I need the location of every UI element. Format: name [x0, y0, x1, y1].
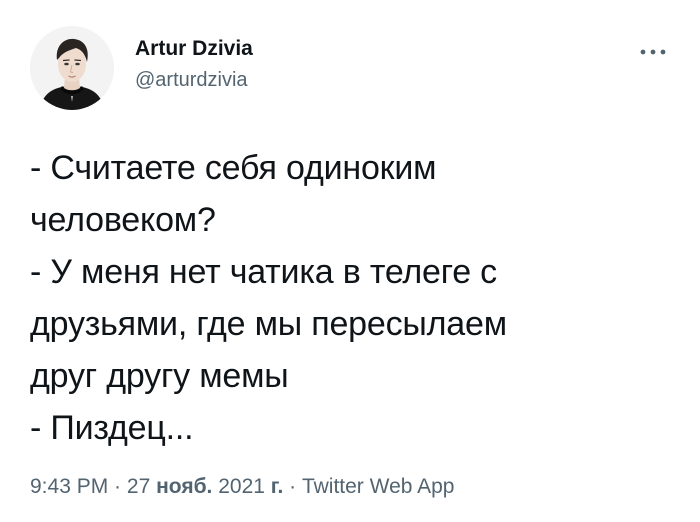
meta-separator: · — [108, 475, 127, 498]
more-options-button[interactable] — [636, 42, 670, 62]
tweet-timestamp-time[interactable]: 9:43 PM — [30, 475, 108, 498]
tweet-text-line: друг другу мемы — [30, 357, 289, 395]
tweet-source[interactable]: Twitter Web App — [302, 475, 455, 498]
tweet-text-line: - Считаете себя одиноким — [30, 149, 437, 187]
author-block: Artur Dzivia @arturdzivia — [135, 36, 253, 92]
profile-portrait-icon — [30, 26, 114, 110]
avatar[interactable] — [30, 26, 114, 110]
tweet-header: Artur Dzivia @arturdzivia — [30, 26, 670, 116]
tweet-text-line: - У меня нет чатика в телеге с — [30, 253, 497, 291]
more-horizontal-icon — [640, 49, 666, 55]
meta-separator: · — [283, 475, 302, 498]
tweet-metadata: 9:43 PM · 27 нояб. 2021 г. · Twitter Web… — [30, 474, 454, 500]
tweet-text: - Считаете себя одиноким человеком? - У … — [30, 142, 670, 454]
tweet-date-year-suffix[interactable]: г. — [271, 475, 283, 498]
tweet-text-line: человеком? — [30, 201, 216, 239]
tweet-date-day[interactable]: 27 — [127, 475, 150, 498]
tweet-date-year[interactable]: 2021 — [218, 475, 265, 498]
tweet-card: Artur Dzivia @arturdzivia - Считаете себ… — [0, 0, 700, 522]
tweet-date-month[interactable]: нояб. — [156, 475, 212, 498]
tweet-text-line: друзьями, где мы пересылаем — [30, 305, 507, 343]
author-display-name[interactable]: Artur Dzivia — [135, 36, 253, 62]
author-handle[interactable]: @arturdzivia — [135, 68, 253, 92]
tweet-text-line: - Пиздец... — [30, 409, 194, 447]
